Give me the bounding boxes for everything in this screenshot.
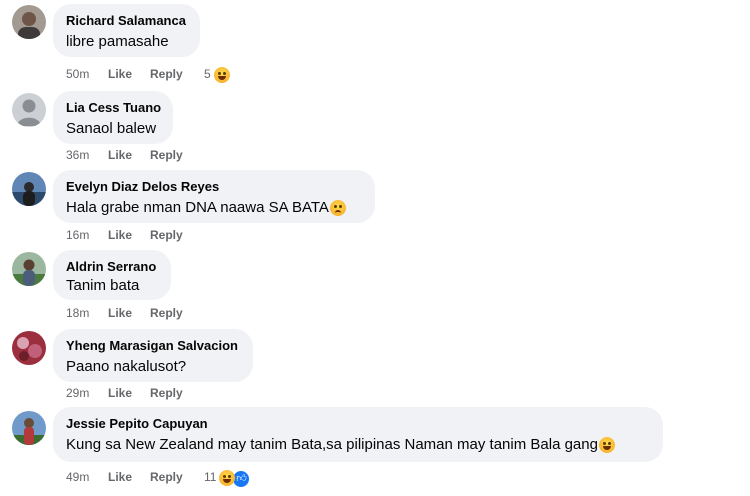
comment-time[interactable]: 49m xyxy=(66,469,108,485)
comment-text-line: Kung sa New Zealand may tanim Bata,sa pi… xyxy=(66,435,650,455)
reply-button[interactable]: Reply xyxy=(150,147,204,163)
commenter-name[interactable]: Lia Cess Tuano xyxy=(66,99,161,116)
avatar[interactable] xyxy=(12,411,46,445)
comment-time[interactable]: 18m xyxy=(66,305,108,321)
sad-emoji-icon xyxy=(329,200,346,217)
commenter-name[interactable]: Evelyn Diaz Delos Reyes xyxy=(66,178,362,195)
comment-actions: 16m Like Reply xyxy=(66,227,204,243)
avatar[interactable] xyxy=(12,172,46,206)
like-button[interactable]: Like xyxy=(108,66,150,82)
like-button[interactable]: Like xyxy=(108,147,150,163)
comment-text: Sanaol balew xyxy=(66,120,157,137)
rofl-emoji-icon xyxy=(598,437,615,454)
reaction-count: 11 xyxy=(204,470,217,484)
commenter-name[interactable]: Yheng Marasigan Salvacion xyxy=(66,337,240,354)
comment-time[interactable]: 29m xyxy=(66,385,108,401)
comment-text: Paano nakalusot? xyxy=(66,358,187,375)
avatar[interactable] xyxy=(12,93,46,127)
reply-button[interactable]: Reply xyxy=(150,227,204,243)
avatar[interactable] xyxy=(12,252,46,286)
comment-text: Hala grabe nman DNA naawa SA BATA xyxy=(66,199,329,216)
comment-bubble: Evelyn Diaz Delos Reyes Hala grabe nman … xyxy=(53,170,375,223)
avatar[interactable] xyxy=(12,5,46,39)
comment-text: libre pamasahe xyxy=(66,33,169,50)
like-reaction-icon: 👍︎ xyxy=(232,470,251,488)
comment-text: Kung sa New Zealand may tanim Bata,sa pi… xyxy=(66,436,598,453)
reply-button[interactable]: Reply xyxy=(150,305,204,321)
comment-bubble: Richard Salamanca libre pamasahe xyxy=(53,4,200,57)
comment-text: Tanim bata xyxy=(66,277,140,294)
like-button[interactable]: Like xyxy=(108,227,150,243)
comment-bubble: Lia Cess Tuano Sanaol balew xyxy=(53,91,173,144)
comment-actions: 18m Like Reply xyxy=(66,305,204,321)
commenter-name[interactable]: Jessie Pepito Capuyan xyxy=(66,415,650,432)
comment-text-line: Hala grabe nman DNA naawa SA BATA xyxy=(66,198,362,218)
avatar[interactable] xyxy=(12,331,46,365)
comment-actions: 36m Like Reply xyxy=(66,147,204,163)
reaction-count: 5 xyxy=(204,67,211,81)
commenter-name[interactable]: Aldrin Serrano xyxy=(66,258,158,275)
comment-actions: 50m Like Reply 5 xyxy=(66,66,230,83)
comment-actions: 49m Like Reply 11 👍︎ xyxy=(66,469,251,488)
reply-button[interactable]: Reply xyxy=(150,385,204,401)
like-button[interactable]: Like xyxy=(108,469,150,485)
comment-time[interactable]: 36m xyxy=(66,147,108,163)
reaction-summary[interactable]: 11 👍︎ xyxy=(204,469,251,488)
comment-time[interactable]: 50m xyxy=(66,66,108,82)
comment-actions: 29m Like Reply xyxy=(66,385,204,401)
comment-bubble: Yheng Marasigan Salvacion Paano nakaluso… xyxy=(53,329,253,382)
laughing-emoji-icon xyxy=(213,66,230,83)
reply-button[interactable]: Reply xyxy=(150,66,204,82)
comment-time[interactable]: 16m xyxy=(66,227,108,243)
reply-button[interactable]: Reply xyxy=(150,469,204,485)
commenter-name[interactable]: Richard Salamanca xyxy=(66,12,187,29)
comment-bubble: Aldrin Serrano Tanim bata xyxy=(53,250,171,300)
like-button[interactable]: Like xyxy=(108,385,150,401)
like-button[interactable]: Like xyxy=(108,305,150,321)
comment-bubble: Jessie Pepito Capuyan Kung sa New Zealan… xyxy=(53,407,663,462)
reaction-summary[interactable]: 5 xyxy=(204,66,230,83)
